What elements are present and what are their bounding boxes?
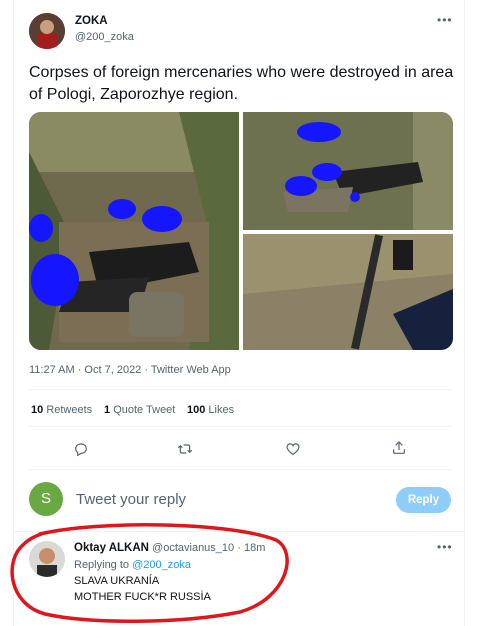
reply-input[interactable]: Tweet your reply [76,491,186,508]
retweets-count: 10 [31,404,44,416]
likes-count: 100 [187,404,206,416]
reply-icon[interactable] [73,441,89,457]
photo-top-right[interactable] [243,112,453,230]
composer-avatar[interactable]: S [29,482,63,516]
reply-button[interactable]: Reply [396,487,451,513]
like-icon[interactable] [285,441,301,457]
avatar-image [29,13,65,49]
author-name[interactable]: ZOKA [75,15,108,27]
quote-label: Quote Tweet [113,404,176,416]
more-dots-icon[interactable]: ••• [437,13,453,27]
tweet-text: Corpses of foreign mercenaries who were … [29,64,454,103]
retweet-icon[interactable] [177,441,193,457]
highlight-circle [10,523,289,624]
author-avatar[interactable] [29,13,65,49]
media-grid[interactable] [29,112,453,350]
divider [29,469,453,470]
likes-label: Likes [208,404,235,416]
timeline-right-border [464,0,465,626]
tweet-timestamp[interactable]: 11:27 AM · Oct 7, 2022 · Twitter Web App [29,364,231,376]
photo-bottom-right[interactable] [243,234,453,350]
quote-count: 1 [104,404,111,416]
quote-stat[interactable]: 1 Quote Tweet [104,404,175,416]
photo-left[interactable] [29,112,239,350]
retweets-stat[interactable]: 10 Retweets [31,404,92,416]
share-icon[interactable] [391,440,407,456]
divider [29,389,453,390]
retweets-label: Retweets [46,404,93,416]
divider [29,426,453,427]
author-handle[interactable]: @200_zoka [75,31,134,43]
more-dots-icon[interactable]: ••• [437,540,453,554]
likes-stat[interactable]: 100 Likes [187,404,234,416]
